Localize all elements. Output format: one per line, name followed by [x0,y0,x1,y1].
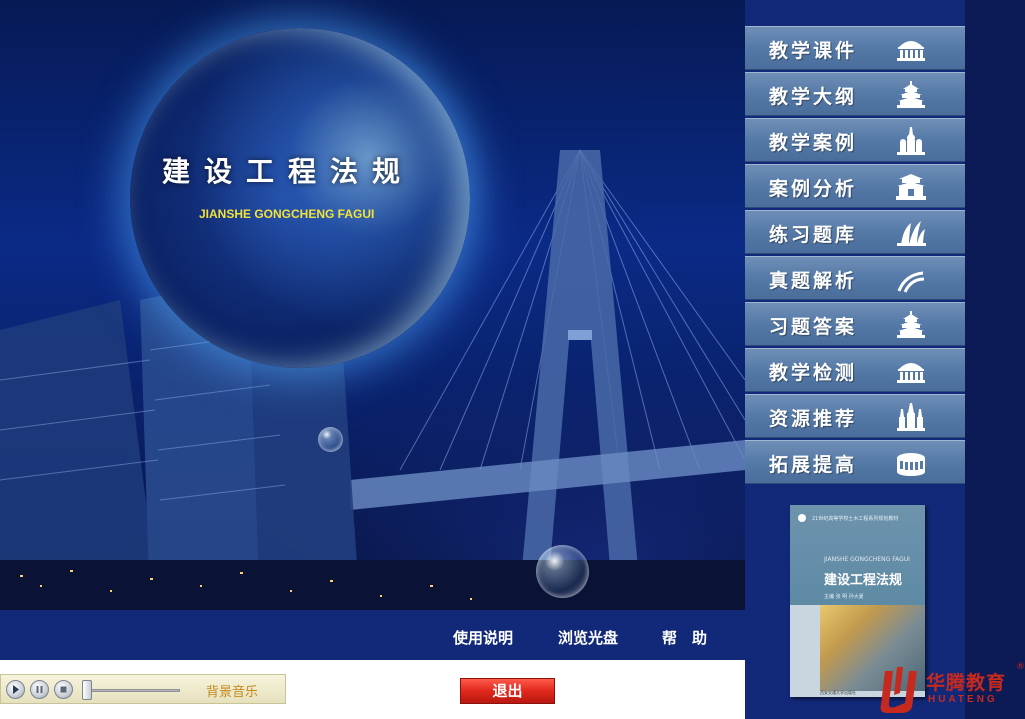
manual-link[interactable]: 使用说明 [453,627,513,648]
bubble-decoration [318,427,343,452]
opera-house-icon [897,221,926,246]
kremlin-icon [897,127,925,155]
huateng-logo-icon [880,667,917,713]
menu-item-extension[interactable]: 拓展提高 [745,440,965,484]
series-badge-icon [798,514,806,522]
volume-slider-track[interactable] [88,689,180,692]
pause-icon [36,686,43,693]
bottom-nav-bar [0,610,745,660]
menu-item-label: 案例分析 [769,178,858,200]
registered-mark: ® [1016,662,1025,672]
music-player: 背景音乐 [0,674,286,704]
menu-item-cases[interactable]: 教学案例 [745,118,965,162]
menu-item-label: 教学检测 [769,362,858,384]
menu-item-exam-analysis[interactable]: 真题解析 [745,256,965,300]
menu-item-label: 真题解析 [769,270,858,292]
logo-en: HUATENG [928,694,998,705]
gate-tower-icon [896,174,926,200]
bubble-decoration [536,545,589,598]
book-authors: 主编 张 明 孙大夏 [824,594,864,600]
colosseum-icon [897,453,925,476]
help-link[interactable]: 帮 助 [662,627,707,648]
menu-item-answers[interactable]: 习题答案 [745,302,965,346]
menu-item-label: 教学课件 [769,40,858,62]
book-pinyin: JIANSHE GONGCHENG FAGUI [824,556,910,563]
temple-of-heaven-icon [897,311,925,338]
cathedral-icon [897,403,925,431]
logo-cn: 华腾教育 [926,672,1007,694]
play-icon [13,685,19,694]
hero-banner: 建设工程法规 JIANSHE GONGCHENG FAGUI [0,0,745,610]
book-publisher: 西安交通大学出版社 [820,690,856,695]
exit-button[interactable]: 退出 [460,678,555,704]
building-dome-icon [897,41,925,61]
pause-button[interactable] [30,680,49,699]
menu-item-label: 练习题库 [769,224,858,246]
temple-of-heaven-icon [897,81,925,108]
menu-item-question-bank[interactable]: 练习题库 [745,210,965,254]
menu-item-label: 拓展提高 [769,454,858,476]
menu-item-label: 教学大纲 [769,86,858,108]
right-edge-panel [965,0,1025,719]
huateng-logo: 华腾教育 HUATENG ® [873,660,1025,719]
stop-icon [60,686,67,693]
course-subtitle: JIANSHE GONGCHENG FAGUI [199,207,375,221]
browse-disc-link[interactable]: 浏览光盘 [558,627,618,648]
road-icon [897,271,925,293]
menu-item-label: 资源推荐 [769,408,858,430]
menu-item-label: 习题答案 [769,316,858,338]
course-title: 建设工程法规 [162,155,415,188]
menu-item-syllabus[interactable]: 教学大纲 [745,72,965,116]
music-label: 背景音乐 [206,685,259,700]
menu-item-courseware[interactable]: 教学课件 [745,26,965,70]
book-series: 21世纪高等学校土木工程系列规划教材 [812,516,899,522]
stop-button[interactable] [54,680,73,699]
volume-slider-thumb[interactable] [82,680,92,700]
menu-item-resources[interactable]: 资源推荐 [745,394,965,438]
menu-item-case-analysis[interactable]: 案例分析 [745,164,965,208]
globe-graphic [130,28,470,368]
building-dome-icon [897,363,925,383]
menu-item-label: 教学案例 [769,132,858,154]
play-button[interactable] [6,680,25,699]
menu-top-strip [745,0,965,26]
menu-item-teaching-test[interactable]: 教学检测 [745,348,965,392]
book-title: 建设工程法规 [824,573,903,588]
